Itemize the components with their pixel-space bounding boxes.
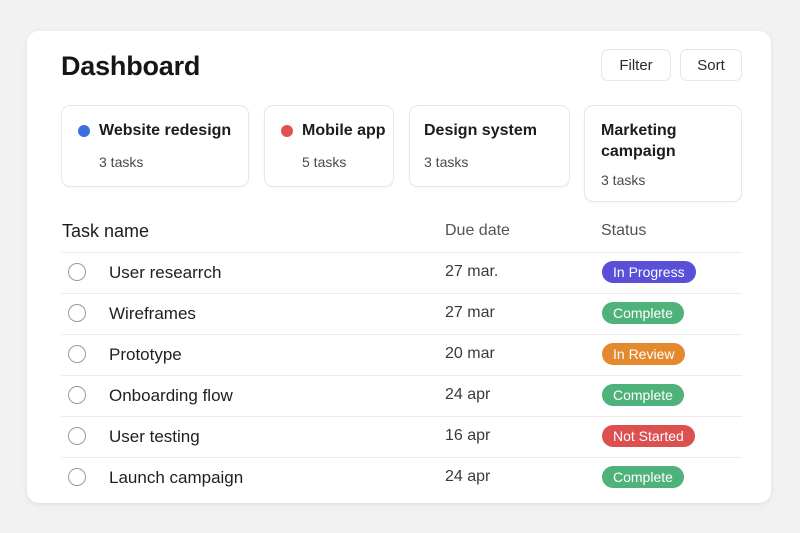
project-card-marketing-campaign[interactable]: Marketing campaign 3 tasks (584, 105, 742, 202)
task-due-date: 27 mar. (445, 263, 499, 280)
task-due-date: 16 apr (445, 427, 491, 444)
filter-button[interactable]: Filter (601, 49, 671, 81)
project-name: Mobile app (302, 122, 386, 139)
status-badge: Complete (602, 466, 684, 488)
project-name: Website redesign (99, 122, 232, 139)
project-card-website-redesign[interactable]: Website redesign 3 tasks (61, 105, 249, 187)
project-color-dot (281, 125, 293, 137)
project-task-count: 3 tasks (424, 154, 469, 170)
table-row[interactable]: Wireframes 27 mar Complete (61, 293, 742, 334)
column-header-due-date[interactable]: Due date (445, 222, 510, 240)
table-row[interactable]: Launch campaign 24 apr Complete (61, 457, 742, 498)
task-name: User testing (109, 427, 200, 446)
table-row[interactable]: Onboarding flow 24 apr Complete (61, 375, 742, 416)
project-task-count: 5 tasks (302, 154, 347, 170)
task-name: Wireframes (109, 304, 196, 323)
status-badge: Complete (602, 384, 684, 406)
project-card-design-system[interactable]: Design system 3 tasks (409, 105, 570, 187)
project-task-count: 3 tasks (99, 154, 144, 170)
task-due-date: 24 apr (445, 468, 491, 485)
table-row[interactable]: Prototype 20 mar In Review (61, 334, 742, 375)
task-table: User researrch 27 mar. In Progress Wiref… (61, 252, 742, 498)
table-row[interactable]: User testing 16 apr Not Started (61, 416, 742, 457)
project-card-mobile-app[interactable]: Mobile app 5 tasks (264, 105, 394, 187)
task-name: Launch campaign (109, 468, 244, 487)
project-task-count: 3 tasks (601, 172, 646, 188)
task-checkbox[interactable] (68, 263, 86, 281)
table-row[interactable]: User researrch 27 mar. In Progress (61, 252, 742, 293)
task-due-date: 20 mar (445, 345, 495, 362)
dashboard-card: Dashboard Filter Sort Website redesign 3… (27, 31, 771, 503)
task-checkbox[interactable] (68, 427, 86, 445)
task-due-date: 24 apr (445, 386, 491, 403)
column-header-task-name[interactable]: Task name (62, 221, 149, 242)
task-checkbox[interactable] (68, 345, 86, 363)
project-name: Marketing campaign (601, 122, 677, 160)
sort-button[interactable]: Sort (680, 49, 742, 81)
task-checkbox[interactable] (68, 304, 86, 322)
task-due-date: 27 mar (445, 304, 495, 321)
status-badge: In Review (602, 343, 686, 365)
task-checkbox[interactable] (68, 468, 86, 486)
task-name: Prototype (109, 345, 182, 364)
status-badge: Complete (602, 302, 684, 324)
column-header-status[interactable]: Status (601, 222, 646, 240)
status-badge: Not Started (602, 425, 695, 447)
task-name: Onboarding flow (109, 386, 233, 405)
task-checkbox[interactable] (68, 386, 86, 404)
project-name: Design system (424, 122, 537, 139)
page-title: Dashboard (61, 51, 201, 81)
task-name: User researrch (109, 263, 222, 282)
status-badge: In Progress (602, 261, 696, 283)
project-color-dot (78, 125, 90, 137)
